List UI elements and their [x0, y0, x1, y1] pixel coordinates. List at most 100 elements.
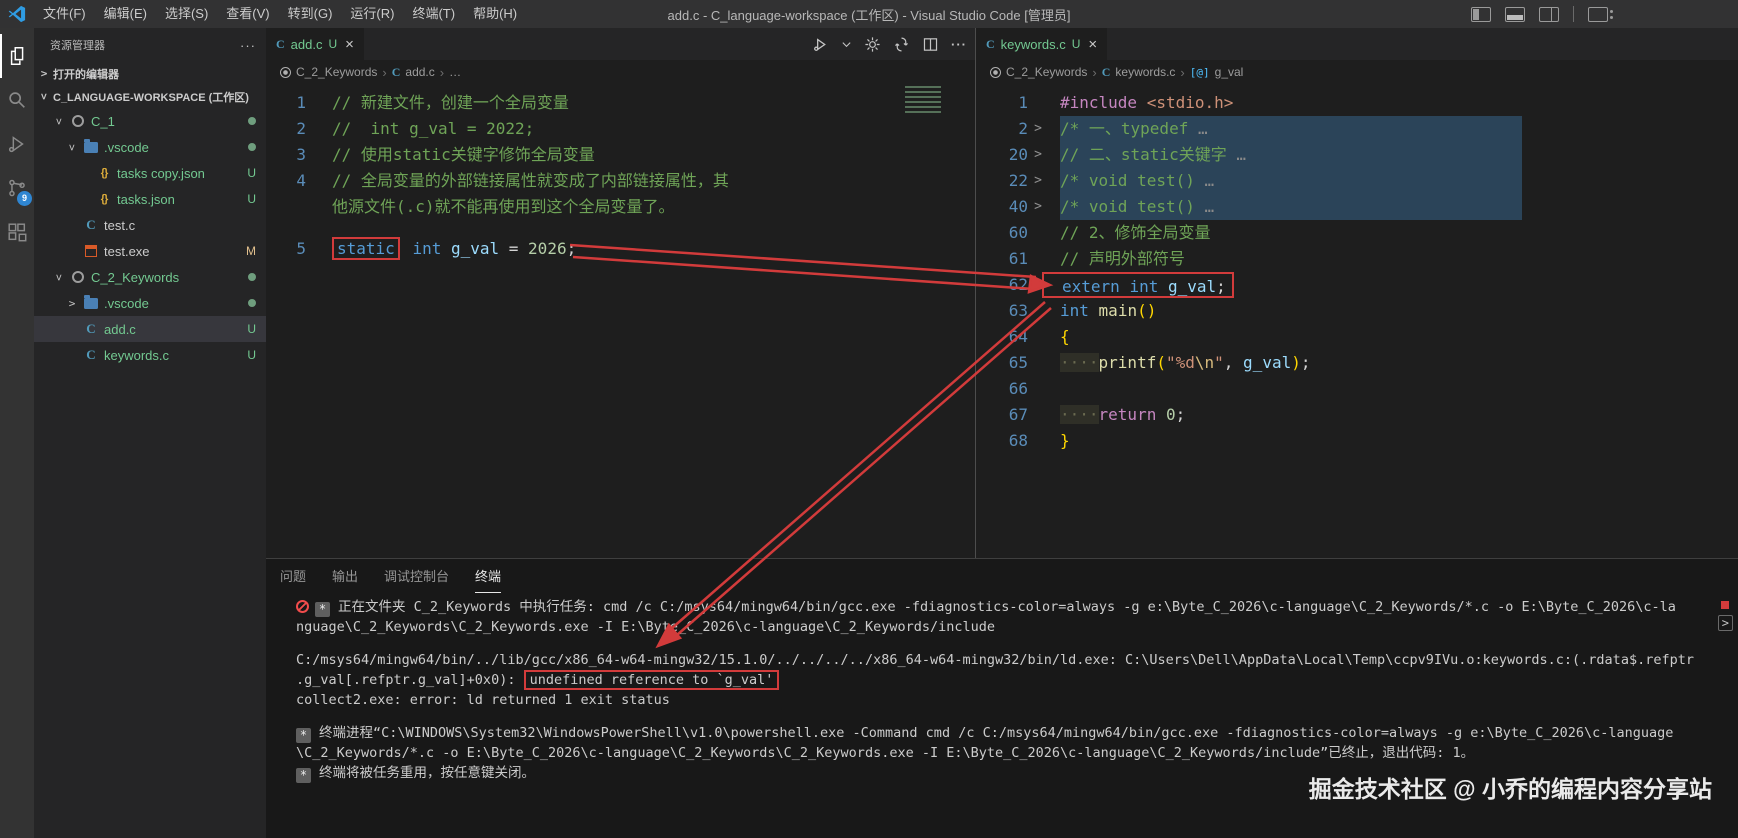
git-status-badge: U [247, 322, 256, 336]
json-icon: {} [100, 167, 109, 179]
menu-item-查看(V)[interactable]: 查看(V) [217, 0, 278, 28]
menu-item-编辑(E)[interactable]: 编辑(E) [95, 0, 156, 28]
sidebar-item-tasks copy.json[interactable]: {} tasks copy.json U [34, 160, 266, 186]
close-icon[interactable]: × [1088, 36, 1097, 53]
line-number: 68 [1008, 431, 1028, 450]
sidebar-item-.vscode[interactable]: > .vscode [34, 134, 266, 160]
sidebar-item-explorer[interactable] [0, 34, 34, 78]
open-changes-icon[interactable] [893, 36, 910, 53]
sidebar-item-source-control[interactable]: 9 [0, 166, 34, 210]
layout-controls [1471, 6, 1613, 22]
sidebar-item-extensions[interactable] [0, 210, 34, 254]
editor-group-left: C add.c U × ··· C_2_Keywords › C add.c ›… [266, 28, 975, 558]
sidebar-item-C_1[interactable]: > C_1 [34, 108, 266, 134]
menu-item-运行(R)[interactable]: 运行(R) [341, 0, 403, 28]
terminal-output[interactable]: * 正在文件夹 C_2_Keywords 中执行任务: cmd /c C:/msy… [266, 593, 1738, 783]
token: g_val [441, 239, 509, 258]
c-file-icon: C [986, 36, 995, 51]
sidebar-item-add.c[interactable]: Cadd.c U [34, 316, 266, 342]
sidebar-item-.vscode[interactable]: > .vscode [34, 290, 266, 316]
terminal-line: \C_2_Keywords/*.c -o E:\Byte_C_2026\c-la… [296, 743, 1728, 763]
sidebar-item-keywords.c[interactable]: Ckeywords.c U [34, 342, 266, 368]
activity-bar: 9 [0, 28, 34, 838]
menu-item-转到(G)[interactable]: 转到(G) [279, 0, 342, 28]
powershell-terminal-icon[interactable]: > [1717, 615, 1733, 631]
sidebar-item-C_2_Keywords[interactable]: > C_2_Keywords [34, 264, 266, 290]
breadcrumb-item[interactable]: C_2_Keywords [1006, 65, 1087, 79]
module-icon [990, 66, 1001, 78]
code-editor-add-c[interactable]: 1 // 新建文件，创建一个全局变量 2 // int g_val = 2022; 3 /… [266, 84, 975, 558]
more-actions-icon[interactable]: ··· [951, 37, 967, 52]
sidebar-item-search[interactable] [0, 78, 34, 122]
token: <stdio.h> [1146, 93, 1234, 112]
code-editor-keywords-c[interactable]: 1 #include <stdio.h> 2 >/* 一、typedef … 20 >//… [976, 84, 1738, 558]
menu-item-文件(F)[interactable]: 文件(F) [34, 0, 95, 28]
menu-item-选择(S)[interactable]: 选择(S) [156, 0, 217, 28]
token: ; [1175, 405, 1186, 424]
customize-layout-icon[interactable] [1588, 6, 1613, 22]
circle-icon [70, 115, 86, 127]
more-actions-icon[interactable]: ··· [240, 38, 256, 53]
sidebar-item-test.exe[interactable]: test.exe M [34, 238, 266, 264]
chevron-right-icon: > [40, 67, 48, 80]
code-text: int main() [1060, 298, 1156, 324]
close-icon[interactable]: × [345, 36, 354, 53]
sidebar-item-test.c[interactable]: Ctest.c [34, 212, 266, 238]
line-number: 40 [1008, 197, 1028, 216]
panel-tab-调试控制台[interactable]: 调试控制台 [384, 559, 449, 593]
toggle-secondary-sidebar-icon[interactable] [1539, 6, 1559, 22]
code-text: // 2、修饰全局变量 [1060, 220, 1211, 246]
tab-keywords-c[interactable]: C keywords.c U × [976, 28, 1108, 60]
panel-tab-问题[interactable]: 问题 [280, 559, 306, 593]
line-number: 60 [1008, 223, 1028, 242]
code-line: 61 // 声明外部符号 [976, 246, 1738, 272]
git-modified-dot [248, 299, 256, 307]
code-text: /* void test() … [1060, 168, 1522, 194]
divider [1573, 6, 1574, 22]
symbol-variable-icon: [@] [1189, 65, 1210, 79]
annotation-box: undefined reference to `g_val' [523, 670, 780, 690]
menu-item-终端(T)[interactable]: 终端(T) [403, 0, 464, 28]
breadcrumb-item[interactable]: add.c [405, 65, 434, 79]
fold-chevron-icon[interactable]: > [1028, 168, 1048, 194]
split-editor-icon[interactable] [922, 36, 939, 53]
workspace-section[interactable]: > C_LANGUAGE-WORKSPACE (工作区) [34, 85, 266, 108]
panel-tab-输出[interactable]: 输出 [332, 559, 358, 593]
open-editors-section[interactable]: > 打开的编辑器 [34, 62, 266, 85]
breadcrumb-item[interactable]: C_2_Keywords [296, 65, 377, 79]
fold-chevron-icon[interactable]: > [1028, 194, 1048, 220]
menu-item-帮助(H)[interactable]: 帮助(H) [464, 0, 526, 28]
tab-add-c[interactable]: C add.c U × [266, 28, 364, 60]
code-line: 3 // 使用static关键字修饰全局变量 [266, 142, 975, 168]
minimap[interactable] [905, 86, 941, 116]
terminal-text: C:/msys64/mingw64/bin/../lib/gcc/x86_64-… [296, 652, 1694, 668]
chevron-down-icon[interactable] [841, 36, 852, 53]
code-text: // 使用static关键字修饰全局变量 [332, 142, 595, 168]
sidebar-item-tasks.json[interactable]: {} tasks.json U [34, 186, 266, 212]
toggle-sidebar-icon[interactable] [1471, 6, 1491, 22]
run-c-file-icon[interactable] [812, 36, 829, 53]
breadcrumb-item[interactable]: g_val [1215, 65, 1244, 79]
fold-chevron-icon[interactable]: > [1028, 116, 1048, 142]
watermark: 掘金技术社区 @ 小乔的编程内容分享站 [1308, 776, 1712, 802]
token: ; [1216, 277, 1226, 296]
annotation-box: static [332, 237, 400, 260]
fold-chevron-icon[interactable]: > [1028, 142, 1048, 168]
token: printf [1098, 353, 1157, 372]
breadcrumb-separator: › [1092, 64, 1097, 80]
toggle-panel-icon[interactable] [1505, 6, 1525, 22]
token: ; [566, 239, 577, 258]
panel-tab-终端[interactable]: 终端 [475, 559, 502, 593]
breadcrumb-item[interactable]: … [449, 65, 461, 79]
gear-icon[interactable] [864, 36, 881, 53]
code-line: 67 ····return 0; [976, 402, 1738, 428]
token: // 新建文件，创建一个全局变量 [332, 93, 569, 112]
c-icon: C [86, 321, 96, 336]
circle-icon [70, 271, 86, 283]
breadcrumb-item[interactable]: keywords.c [1115, 65, 1175, 79]
file-label: C_2_Keywords [91, 269, 180, 285]
token: int [412, 239, 442, 258]
code-line: 66 [976, 376, 1738, 402]
sidebar-item-run-debug[interactable] [0, 122, 34, 166]
